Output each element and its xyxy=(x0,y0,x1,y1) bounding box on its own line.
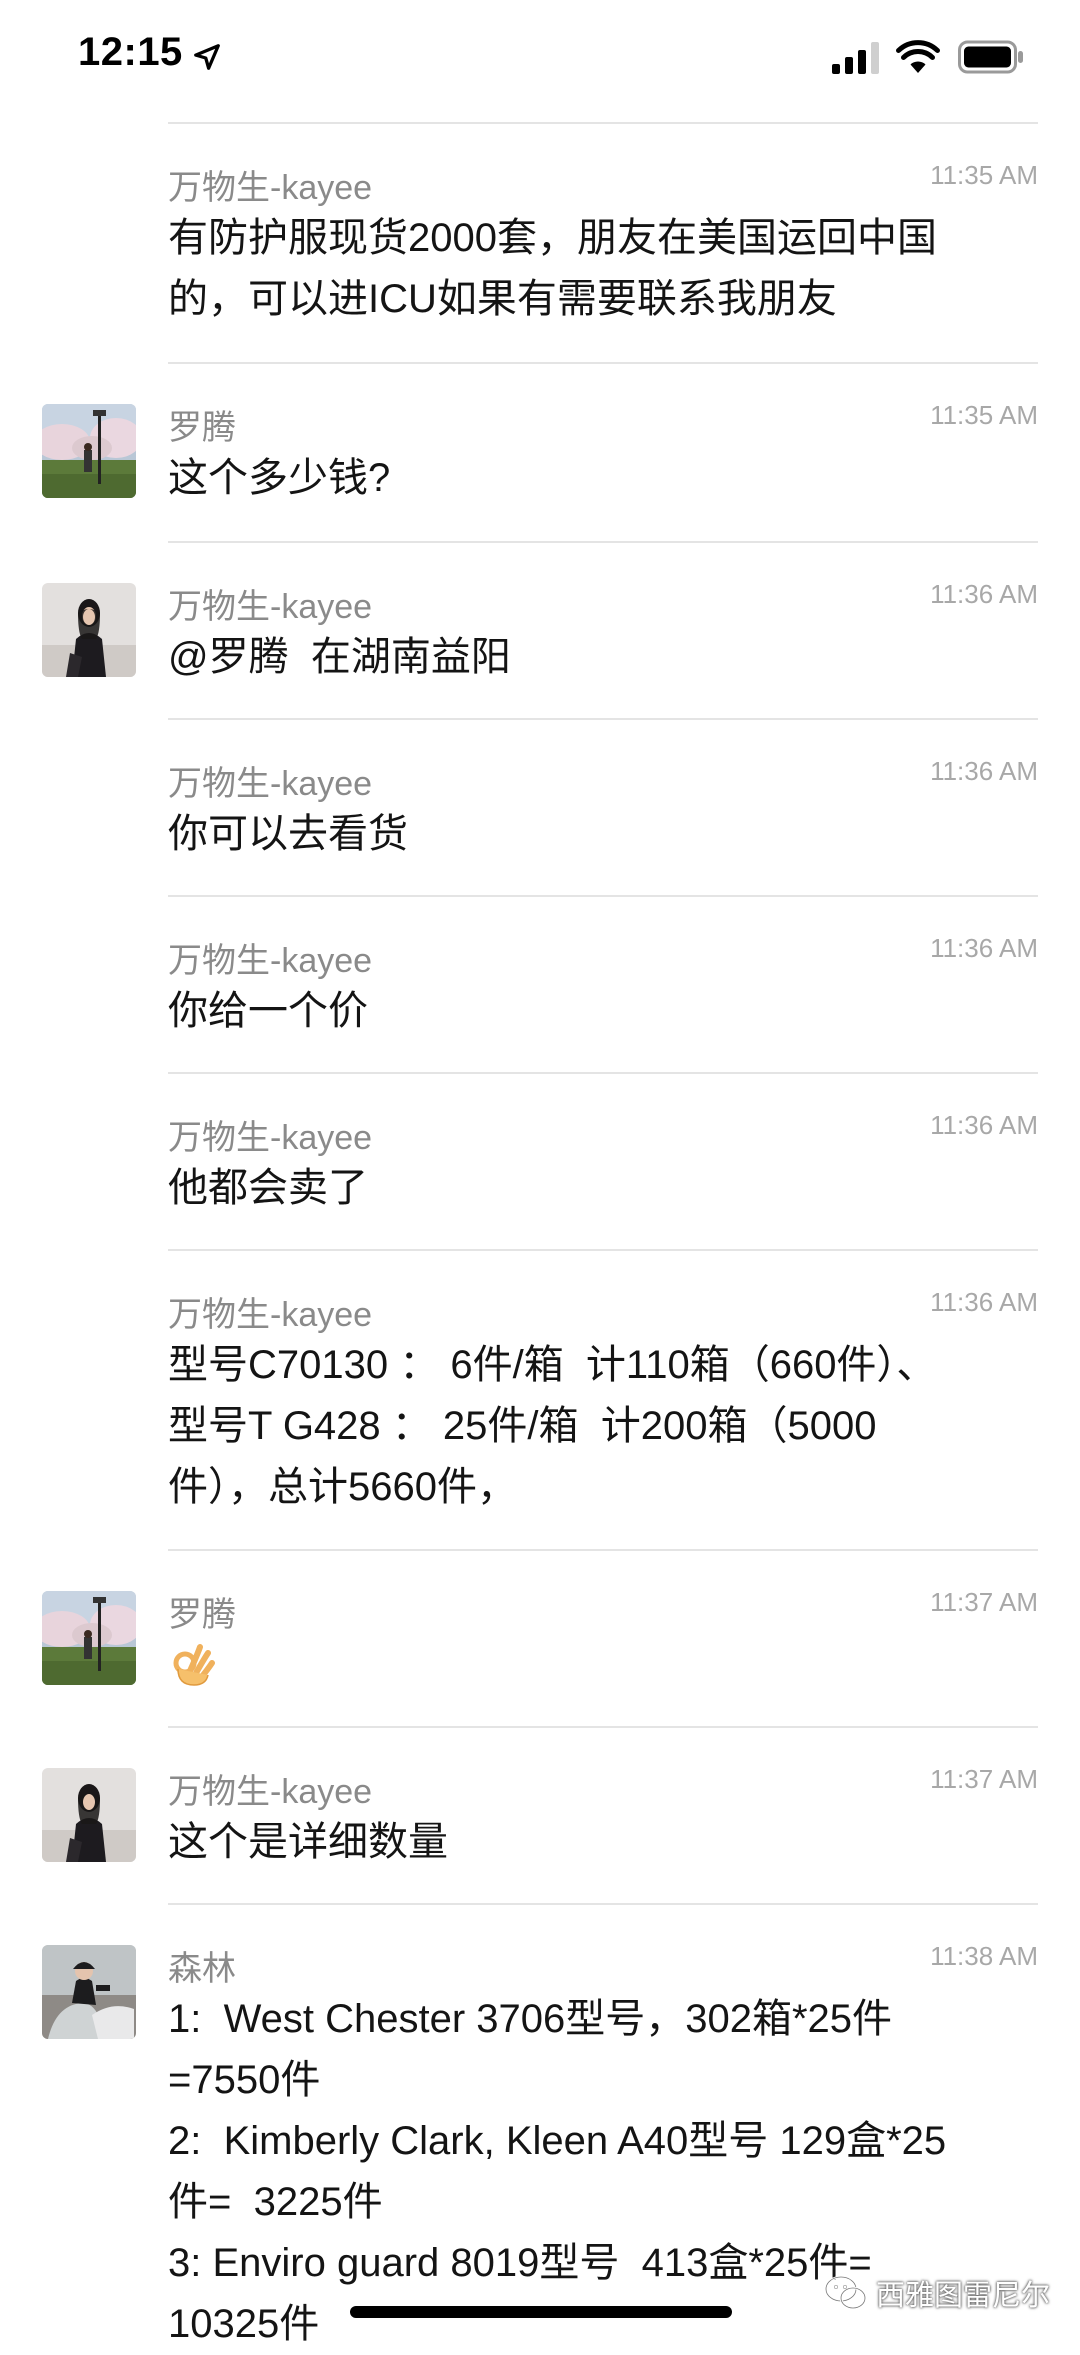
home-indicator[interactable] xyxy=(350,2306,732,2318)
divider xyxy=(168,895,1038,897)
avatar[interactable] xyxy=(42,404,136,498)
message-list: 万物生-kayee 11:35 AM 有防护服现货2000套，朋友在美国运回中国… xyxy=(0,0,1080,2346)
wechat-icon xyxy=(824,2275,867,2310)
message-time: 11:36 AM xyxy=(930,756,1038,786)
watermark-text: 西雅图雷尼尔 xyxy=(875,2278,1050,2312)
avatar-image xyxy=(42,1945,136,2039)
avatar[interactable] xyxy=(42,583,136,677)
message-time: 11:35 AM xyxy=(930,400,1038,430)
message-time: 11:36 AM xyxy=(930,1287,1038,1317)
message-text: 你可以去看货 xyxy=(168,812,408,856)
avatar-image xyxy=(42,1591,136,1685)
divider xyxy=(168,362,1038,364)
message-text: 他都会卖了 xyxy=(168,1166,368,1210)
message-time: 11:36 AM xyxy=(930,933,1038,963)
sender-name[interactable]: 万物生-kayee xyxy=(168,1287,372,1336)
message-time: 11:38 AM xyxy=(930,1941,1038,1971)
divider xyxy=(168,1249,1038,1251)
avatar-image xyxy=(42,583,136,677)
sender-name[interactable]: 万物生-kayee xyxy=(168,1764,372,1813)
message-text: @罗腾 在湖南益阳 xyxy=(168,635,511,679)
message-time: 11:36 AM xyxy=(930,579,1038,609)
sender-name[interactable]: 万物生-kayee xyxy=(168,1110,372,1159)
divider xyxy=(168,1549,1038,1551)
divider xyxy=(168,122,1038,124)
sender-name[interactable]: 万物生-kayee xyxy=(168,160,372,209)
avatar-image xyxy=(42,1768,136,1862)
sender-name[interactable]: 万物生-kayee xyxy=(168,933,372,982)
sender-name[interactable]: 罗腾 xyxy=(168,400,236,449)
message-text: 型号C70130 ： 6件/箱 计110箱（660件）、 型号T G428 ： … xyxy=(168,1343,937,1509)
message-text: 有防护服现货2000套，朋友在美国运回中国 的，可以进ICU如果有需要联系我朋友 xyxy=(168,216,937,321)
divider xyxy=(168,541,1038,543)
avatar[interactable] xyxy=(42,1945,136,2039)
message-time: 11:35 AM xyxy=(930,160,1038,190)
avatar-image xyxy=(42,404,136,498)
message-text: 这个是详细数量 xyxy=(168,1820,448,1864)
message-time: 11:37 AM xyxy=(930,1764,1038,1794)
divider xyxy=(168,1903,1038,1905)
sender-name[interactable]: 万物生-kayee xyxy=(168,579,372,628)
message-time: 11:37 AM xyxy=(930,1587,1038,1617)
sender-name[interactable]: 罗腾 xyxy=(168,1587,236,1636)
message-time: 11:36 AM xyxy=(930,1110,1038,1140)
divider xyxy=(168,718,1038,720)
watermark: 西雅图雷尼尔 xyxy=(824,2271,1050,2315)
avatar[interactable] xyxy=(42,1591,136,1685)
divider xyxy=(168,1726,1038,1728)
message-text: 这个多少钱? xyxy=(168,456,391,500)
ok-hand-emoji xyxy=(173,1644,215,1686)
avatar[interactable] xyxy=(42,1768,136,1862)
sender-name[interactable]: 森林 xyxy=(168,1941,236,1990)
message-text: 你给一个价 xyxy=(168,989,368,1033)
divider xyxy=(168,1072,1038,1074)
sender-name[interactable]: 万物生-kayee xyxy=(168,756,372,805)
